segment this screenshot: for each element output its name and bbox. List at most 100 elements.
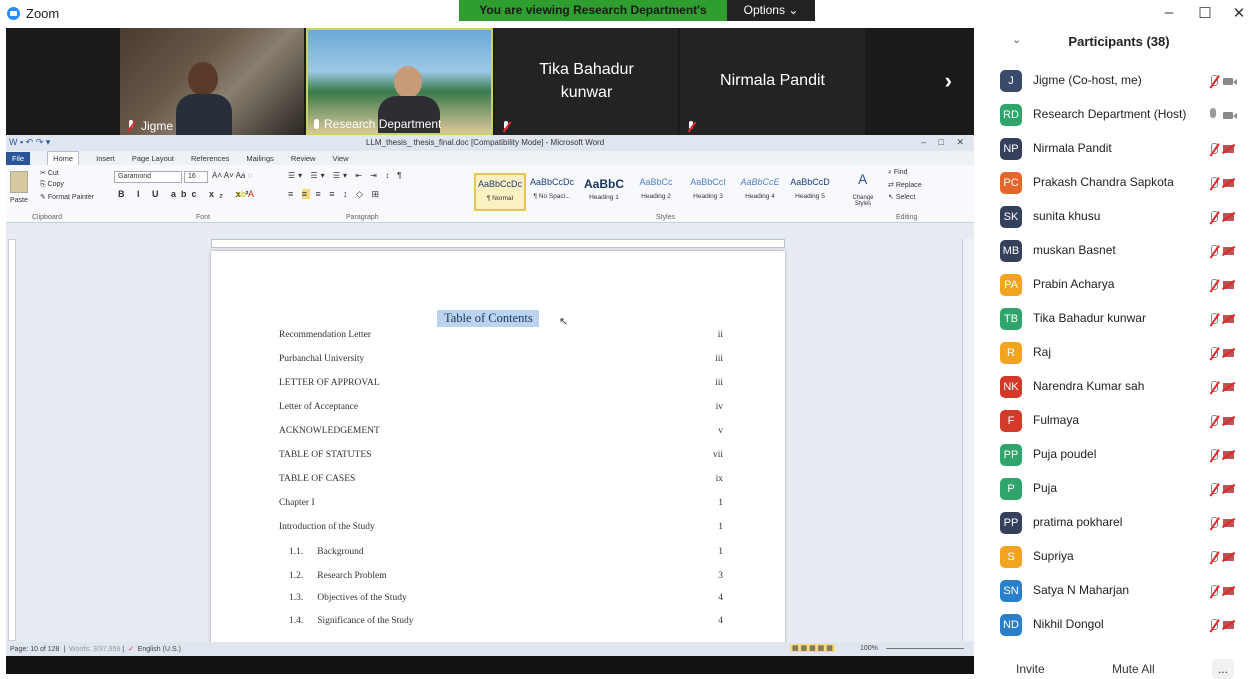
video-off-icon[interactable] xyxy=(1223,519,1234,527)
page-count[interactable]: Page: 10 of 128 xyxy=(10,646,59,653)
toc-entry[interactable]: TABLE OF STATUTES vii xyxy=(279,450,723,460)
style-normal[interactable]: AaBbCcDc ¶ Normal xyxy=(474,173,526,211)
proofing-icon[interactable]: ✓ xyxy=(128,646,134,653)
participant-row[interactable]: PP pratima pokharel xyxy=(980,506,1258,540)
document-page[interactable]: Table of Contents ↖ Recommendation Lette… xyxy=(211,251,785,656)
participant-row[interactable]: ND Nikhil Dongol xyxy=(980,608,1258,642)
video-tile-jigme[interactable]: Jigme xyxy=(120,28,304,135)
replace-button[interactable]: ⇄ Replace xyxy=(888,181,922,189)
view-mode-icons[interactable]: ▦ ▦ ▦ ▦ ▦ xyxy=(790,644,835,652)
toc-entry[interactable]: Introduction of the Study 1 xyxy=(279,522,723,532)
style-no-spacing[interactable]: AaBbCcDc ¶ No Spaci... xyxy=(526,173,578,211)
format-painter-button[interactable]: ✎ Format Painter xyxy=(40,193,94,201)
video-tile-nirmala[interactable]: Nirmala Pandit xyxy=(680,28,865,135)
find-button[interactable]: ⌕ Find xyxy=(888,169,908,177)
language-indicator[interactable]: English (U.S.) xyxy=(138,646,181,653)
mic-muted-icon[interactable] xyxy=(1208,449,1218,463)
video-off-icon[interactable] xyxy=(1223,179,1234,187)
more-options-button[interactable]: ... xyxy=(1212,659,1235,679)
tab-home[interactable]: Home xyxy=(47,150,80,166)
toc-subentry[interactable]: 1.4. Significance of the Study 4 xyxy=(289,616,723,626)
participant-row[interactable]: P Puja xyxy=(980,472,1258,506)
paste-label[interactable]: Paste xyxy=(10,197,28,204)
toc-entry[interactable]: Chapter I 1 xyxy=(279,498,723,508)
participant-row[interactable]: PP Puja poudel xyxy=(980,438,1258,472)
video-off-icon[interactable] xyxy=(1223,315,1234,323)
toc-subentry[interactable]: 1.1. Background 1 xyxy=(289,547,723,557)
tab-review[interactable]: Review xyxy=(291,154,316,163)
minimize-icon[interactable]: – xyxy=(1154,4,1184,21)
mic-muted-icon[interactable] xyxy=(1208,177,1218,191)
mic-muted-icon[interactable] xyxy=(1208,75,1218,89)
participant-row[interactable]: TB Tika Bahadur kunwar xyxy=(980,302,1258,336)
close-icon[interactable]: ✕ xyxy=(1224,4,1254,22)
toc-entry[interactable]: LETTER OF APPROVAL iii xyxy=(279,378,723,388)
participant-row[interactable]: PC Prakash Chandra Sapkota xyxy=(980,166,1258,200)
video-off-icon[interactable] xyxy=(1223,349,1234,357)
font-size-select[interactable]: 16 xyxy=(184,171,208,183)
font-format-icons[interactable]: B I U abc x₂ x² xyxy=(118,189,254,199)
grow-shrink-font-icon[interactable]: A˄ A˅ Aa ◌ xyxy=(212,171,252,180)
toc-entry[interactable]: Letter of Acceptance iv xyxy=(279,402,723,412)
zoom-level[interactable]: 100% xyxy=(860,645,878,652)
tab-file[interactable]: File xyxy=(6,151,31,165)
view-options-button[interactable]: Options ⌄ xyxy=(727,0,815,21)
video-off-icon[interactable] xyxy=(1223,417,1234,425)
video-off-icon[interactable] xyxy=(1223,145,1234,153)
toc-subentry[interactable]: 1.2. Research Problem 3 xyxy=(289,571,723,581)
participant-row[interactable]: MB muskan Basnet xyxy=(980,234,1258,268)
word-count[interactable]: Words: 3/37,959 xyxy=(69,646,120,653)
video-off-icon[interactable] xyxy=(1223,281,1234,289)
participant-row[interactable]: F Fulmaya xyxy=(980,404,1258,438)
video-off-icon[interactable] xyxy=(1223,485,1234,493)
mute-all-button[interactable]: Mute All xyxy=(1106,659,1161,679)
toc-subentry[interactable]: 1.3. Objectives of the Study 4 xyxy=(289,593,723,603)
toc-entry[interactable]: TABLE OF CASES ix xyxy=(279,474,723,484)
video-off-icon[interactable] xyxy=(1223,247,1234,255)
mic-muted-icon[interactable] xyxy=(1208,381,1218,395)
participant-row[interactable]: S Supriya xyxy=(980,540,1258,574)
toc-entry[interactable]: Purbanchal University iii xyxy=(279,354,723,364)
mic-muted-icon[interactable] xyxy=(1208,313,1218,327)
paste-icon[interactable] xyxy=(10,171,28,193)
participant-row[interactable]: SK sunita khusu xyxy=(980,200,1258,234)
video-tile-research-department[interactable]: Research Department xyxy=(306,28,493,135)
tab-mailings[interactable]: Mailings xyxy=(246,154,274,163)
style-heading-1[interactable]: AaBbC Heading 1 xyxy=(578,173,630,211)
list-icons[interactable]: ☰▾ ☰▾ ☰▾ ⇤ ⇥ ↕ ¶ xyxy=(288,171,405,180)
mic-muted-icon[interactable] xyxy=(1208,483,1218,497)
maximize-icon[interactable]: ☐ xyxy=(1190,4,1220,22)
tab-page-layout[interactable]: Page Layout xyxy=(132,154,174,163)
style-heading-2[interactable]: AaBbCc Heading 2 xyxy=(630,173,682,211)
cut-button[interactable]: ✂ Cut xyxy=(40,169,59,177)
text-color-icons[interactable]: ab A xyxy=(236,189,254,199)
mic-muted-icon[interactable] xyxy=(1208,143,1218,157)
participant-row[interactable]: SN Satya N Maharjan xyxy=(980,574,1258,608)
mic-muted-icon[interactable] xyxy=(1208,279,1218,293)
mic-muted-icon[interactable] xyxy=(1208,415,1218,429)
video-off-icon[interactable] xyxy=(1223,621,1234,629)
toc-entry[interactable]: ACKNOWLEDGEMENT v xyxy=(279,426,723,436)
participant-row[interactable]: R Raj xyxy=(980,336,1258,370)
mic-muted-icon[interactable] xyxy=(1208,347,1218,361)
zoom-slider[interactable] xyxy=(886,648,964,649)
tab-view[interactable]: View xyxy=(332,154,348,163)
video-on-icon[interactable] xyxy=(1223,112,1237,119)
style-heading-4[interactable]: AaBbCcE Heading 4 xyxy=(734,173,786,211)
video-off-icon[interactable] xyxy=(1223,553,1234,561)
change-styles-icon[interactable]: A xyxy=(858,171,867,187)
mic-muted-icon[interactable] xyxy=(1208,517,1218,531)
participant-row[interactable]: PA Prabin Acharya xyxy=(980,268,1258,302)
mic-muted-icon[interactable] xyxy=(1208,245,1218,259)
copy-button[interactable]: ⎘ Copy xyxy=(40,181,64,189)
horizontal-ruler[interactable] xyxy=(211,239,785,248)
change-styles-label[interactable]: Change Styles xyxy=(846,195,880,207)
video-tile-tika[interactable]: Tika Bahadur kunwar xyxy=(495,28,678,135)
mic-on-icon[interactable] xyxy=(1210,108,1216,118)
tab-insert[interactable]: Insert xyxy=(96,154,115,163)
font-name-select[interactable]: Garamond xyxy=(114,171,182,183)
video-off-icon[interactable] xyxy=(1223,587,1234,595)
video-off-icon[interactable] xyxy=(1223,213,1234,221)
mic-muted-icon[interactable] xyxy=(1208,585,1218,599)
style-heading-5[interactable]: AaBbCcD Heading 5 xyxy=(784,173,836,211)
